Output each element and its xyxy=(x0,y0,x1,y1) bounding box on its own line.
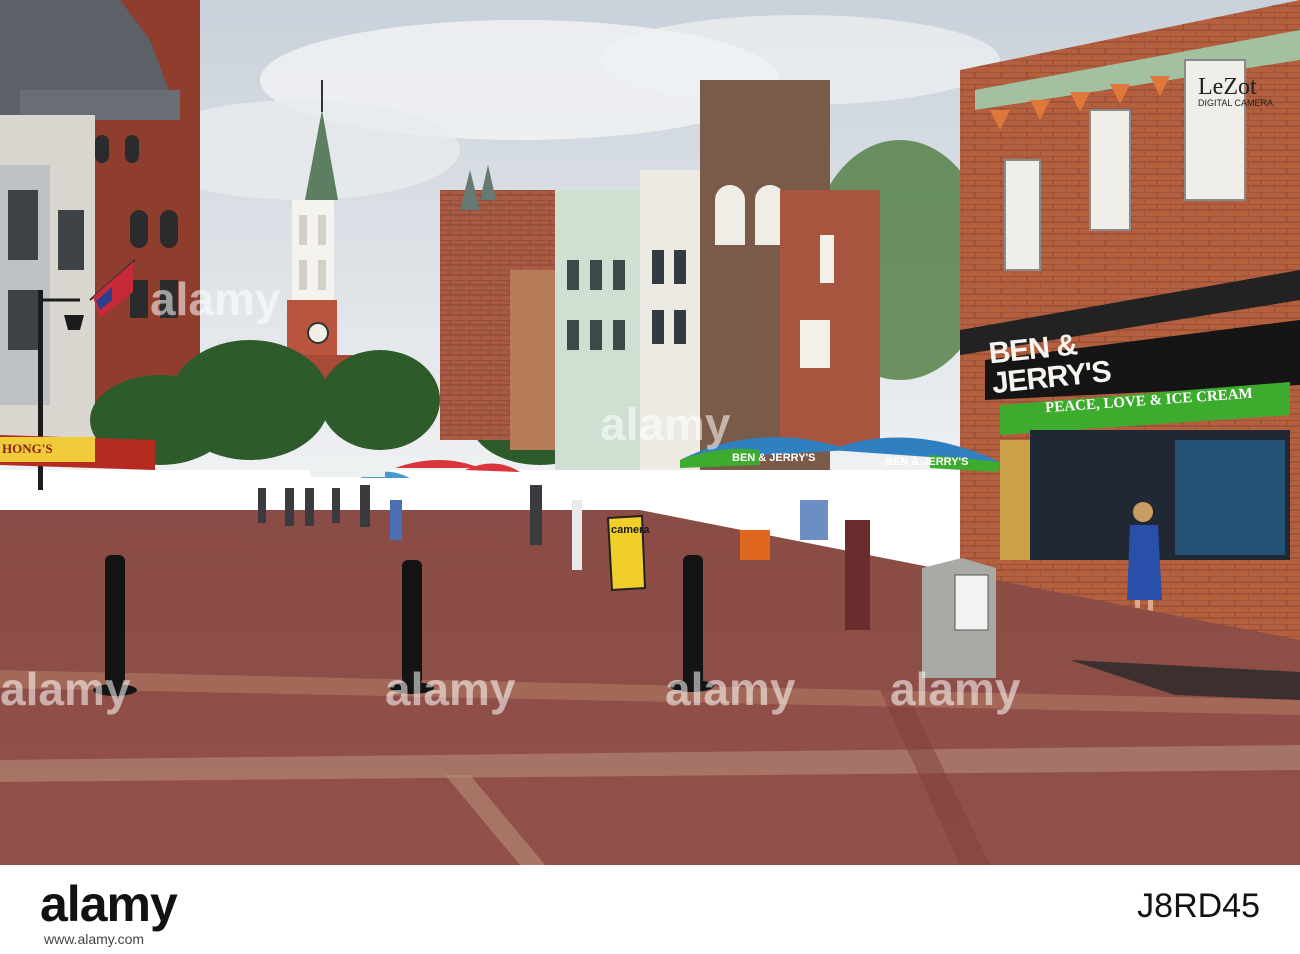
svg-text:alamy: alamy xyxy=(0,663,131,715)
image-id: J8RD45 xyxy=(1137,887,1260,925)
umbrella-brand-label: BEN & JERRY'S xyxy=(732,452,816,464)
street-photo: alamy alamy alamy alamy alamy alamy BEN … xyxy=(0,0,1300,865)
svg-text:alamy: alamy xyxy=(665,663,796,715)
svg-text:alamy: alamy xyxy=(385,663,516,715)
cart-sign-label: HONG'S xyxy=(2,441,53,456)
umbrella-brand-sign: BEN & JERRY'S xyxy=(732,452,816,464)
alamy-logo[interactable]: alamy xyxy=(40,875,178,933)
svg-text:alamy: alamy xyxy=(150,273,281,325)
stock-footer: alamy J8RD45 www.alamy.com xyxy=(0,865,1300,954)
cart-sign: HONG'S xyxy=(2,441,53,457)
svg-text:alamy: alamy xyxy=(600,398,731,450)
alamy-url[interactable]: www.alamy.com xyxy=(44,931,144,947)
camera-board-sign: camera xyxy=(611,524,650,536)
ben-jerrys-label: BEN & JERRY'S xyxy=(987,328,1113,401)
stone-post xyxy=(922,558,996,678)
lezot-sign: LeZot DIGITAL CAMERA xyxy=(1198,75,1273,108)
umbrella-brand-sign-2: BEN & JERRY'S xyxy=(885,456,969,468)
svg-text:alamy: alamy xyxy=(890,663,1021,715)
camera-board-label: camera xyxy=(611,524,650,536)
lezot-label: LeZot xyxy=(1198,74,1257,100)
lezot-sub-label: DIGITAL CAMERA xyxy=(1198,98,1274,108)
umbrella-brand-label-2: BEN & JERRY'S xyxy=(885,456,969,468)
